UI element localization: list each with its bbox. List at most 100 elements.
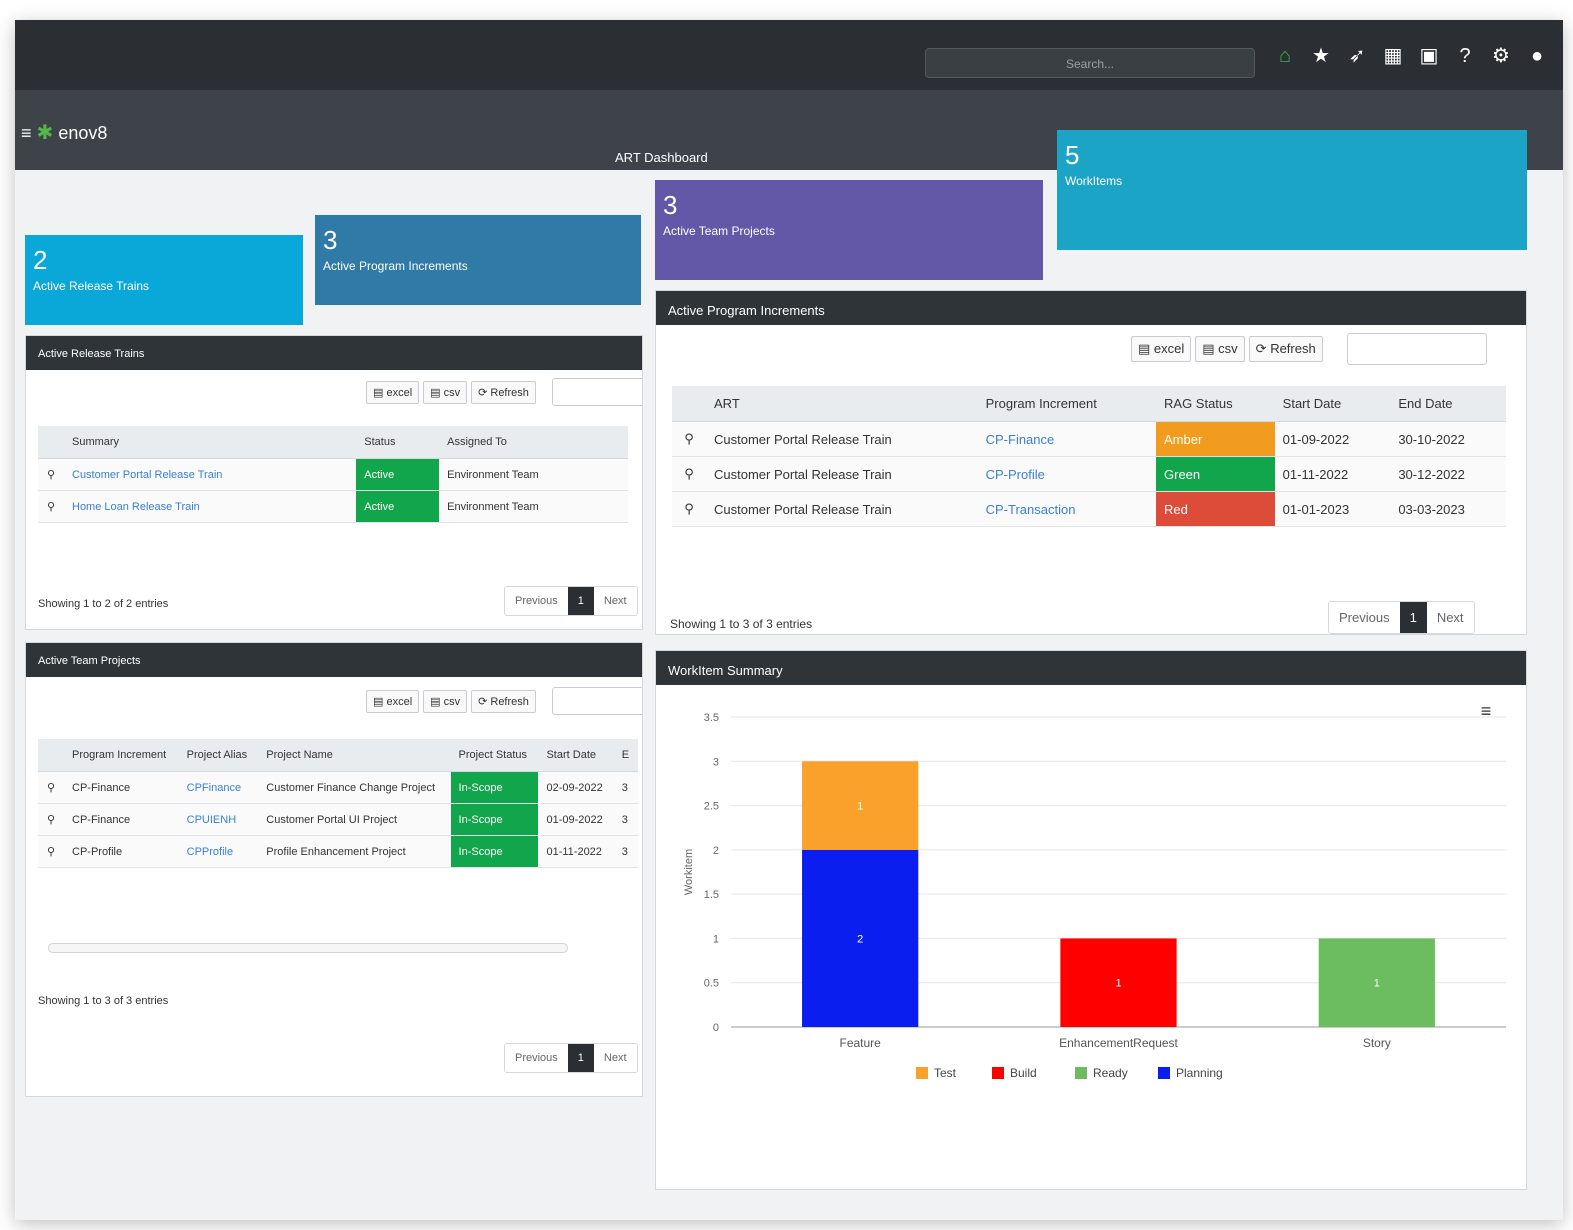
app-window: Search... ⌂ ★ ➶ ▦ ▣ ? ⚙ ● ≡ ✱ enov8 ART … [15, 20, 1563, 1220]
star-icon[interactable]: ★ [1307, 42, 1335, 70]
legend-label-ready: Ready [1093, 1066, 1128, 1080]
column-header-project-alias[interactable]: Project Alias [178, 739, 259, 772]
end-date-cell: 30-12-2022 [1390, 456, 1506, 492]
csv-button[interactable]: ▤ csv [423, 689, 468, 713]
table-info: Showing 1 to 3 of 3 entries [670, 617, 813, 631]
alias-link[interactable]: CPFinance [178, 771, 259, 804]
hamburger-icon[interactable]: ≡ [21, 123, 32, 143]
csv-button[interactable]: ▤ csv [1195, 336, 1245, 362]
table-search-input[interactable] [551, 687, 642, 715]
pi-link[interactable]: CP-Profile [977, 456, 1157, 492]
refresh-button[interactable]: ⟳ Refresh [1248, 336, 1323, 362]
legend-swatch-planning [1158, 1067, 1170, 1079]
excel-button[interactable]: ▤ excel [366, 380, 420, 404]
project-name-cell: Customer Finance Change Project [258, 771, 451, 804]
csv-button[interactable]: ▤ csv [423, 380, 468, 404]
view-icon[interactable]: ⚲ [38, 771, 64, 804]
user-icon[interactable]: ● [1523, 42, 1551, 70]
tile-label: WorkItems [1065, 174, 1123, 188]
view-icon[interactable]: ⚲ [38, 835, 64, 868]
workitem-summary-panel: WorkItem Summary 0 0.5 1 1.5 2 2.5 3 3.5 Workite… [655, 650, 1527, 1190]
csv-label: csv [443, 695, 461, 708]
table-search-input[interactable] [551, 378, 642, 406]
tile-release-trains[interactable]: 2 Active Release Trains [25, 235, 303, 325]
column-header-start[interactable]: Start Date [1274, 386, 1391, 422]
refresh-button[interactable]: ⟳ Refresh [471, 380, 536, 404]
previous-button[interactable]: Previous [505, 1044, 568, 1072]
tile-workitems[interactable]: 5 WorkItems [1057, 130, 1527, 250]
previous-button[interactable]: Previous [1329, 602, 1400, 633]
project-name-cell: Customer Portal UI Project [258, 803, 451, 836]
panel-title: WorkItem Summary [656, 651, 1526, 685]
view-icon[interactable]: ⚲ [38, 490, 64, 523]
table-info: Showing 1 to 2 of 2 entries [38, 598, 169, 610]
view-icon[interactable]: ⚲ [672, 421, 706, 457]
home-icon[interactable]: ⌂ [1271, 42, 1299, 70]
y-tick-label: 3 [713, 756, 719, 768]
column-header-rag[interactable]: RAG Status [1156, 386, 1275, 422]
panel-title: Active Team Projects [26, 643, 642, 677]
column-header-program-increment[interactable]: Program Increment [64, 739, 179, 772]
column-header-start[interactable]: Start Date [538, 739, 614, 772]
status-badge: Active [356, 458, 440, 491]
x-tick-label: EnhancementRequest [1059, 1036, 1178, 1050]
pi-link[interactable]: CP-Finance [977, 421, 1157, 457]
alias-link[interactable]: CPUIENH [178, 803, 259, 836]
table-row: ⚲ CP-Finance CPUIENH Customer Portal UI … [38, 803, 638, 836]
excel-button[interactable]: ▤ excel [366, 689, 420, 713]
pi-link[interactable]: CP-Transaction [977, 491, 1157, 527]
page-1-button[interactable]: 1 [567, 587, 594, 615]
summary-link[interactable]: Home Loan Release Train [64, 490, 357, 523]
view-icon[interactable]: ⚲ [672, 491, 706, 527]
pi-cell: CP-Finance [64, 771, 179, 804]
column-header-summary[interactable]: Summary [64, 426, 357, 459]
next-button[interactable]: Next [1426, 602, 1474, 633]
program-increments-table: ART Program Increment RAG Status Start D… [672, 386, 1506, 527]
rag-badge: Red [1156, 491, 1275, 527]
next-button[interactable]: Next [593, 1044, 637, 1072]
rocket-icon[interactable]: ➶ [1343, 42, 1371, 70]
release-trains-panel: Active Release Trains ▤ excel ▤ csv ⟳ Re… [25, 335, 643, 630]
column-header-status[interactable]: Status [356, 426, 440, 459]
column-header-project-name[interactable]: Project Name [258, 739, 451, 772]
column-header-assigned[interactable]: Assigned To [439, 426, 628, 459]
chart-menu-icon[interactable]: ≡ [1481, 701, 1492, 721]
table-row: ⚲ Customer Portal Release Train CP-Profi… [672, 456, 1506, 492]
settings-icon[interactable]: ⚙ [1487, 42, 1515, 70]
csv-label: csv [443, 386, 461, 399]
tile-team-projects[interactable]: 3 Active Team Projects [655, 180, 1043, 280]
horizontal-scrollbar[interactable] [48, 943, 568, 953]
end-date-cell: 3 [613, 803, 638, 836]
chat-icon[interactable]: ▣ [1415, 42, 1443, 70]
view-icon[interactable]: ⚲ [672, 456, 706, 492]
page-1-button[interactable]: 1 [567, 1044, 594, 1072]
clapper-icon[interactable]: ▦ [1379, 42, 1407, 70]
summary-link[interactable]: Customer Portal Release Train [64, 458, 357, 491]
help-icon[interactable]: ? [1451, 42, 1479, 70]
pi-cell: CP-Finance [64, 803, 179, 836]
view-icon[interactable]: ⚲ [38, 458, 64, 491]
next-button[interactable]: Next [593, 587, 637, 615]
column-header-program-increment[interactable]: Program Increment [977, 386, 1157, 422]
bar-value-label: 1 [1374, 978, 1380, 990]
excel-button[interactable]: ▤ excel [1131, 336, 1192, 362]
art-cell: Customer Portal Release Train [706, 456, 978, 492]
rag-badge: Green [1156, 456, 1275, 492]
column-header-end[interactable]: End Date [1390, 386, 1506, 422]
alias-link[interactable]: CPProfile [178, 835, 259, 868]
bar-value-label: 2 [857, 933, 863, 945]
column-header-end[interactable]: E [613, 739, 638, 772]
team-projects-table: Program Increment Project Alias Project … [38, 739, 638, 868]
view-icon[interactable]: ⚲ [38, 803, 64, 836]
release-trains-table: Summary Status Assigned To ⚲ Customer Po… [38, 426, 628, 523]
table-search-input[interactable] [1346, 333, 1487, 365]
page-1-button[interactable]: 1 [1399, 602, 1427, 633]
column-header-project-status[interactable]: Project Status [450, 739, 539, 772]
status-badge: In-Scope [450, 835, 539, 868]
search-input[interactable]: Search... [925, 48, 1255, 78]
panel-title: Active Release Trains [26, 336, 642, 370]
column-header-art[interactable]: ART [706, 386, 978, 422]
tile-program-increments[interactable]: 3 Active Program Increments [315, 215, 641, 305]
previous-button[interactable]: Previous [505, 587, 568, 615]
refresh-button[interactable]: ⟳ Refresh [471, 689, 536, 713]
